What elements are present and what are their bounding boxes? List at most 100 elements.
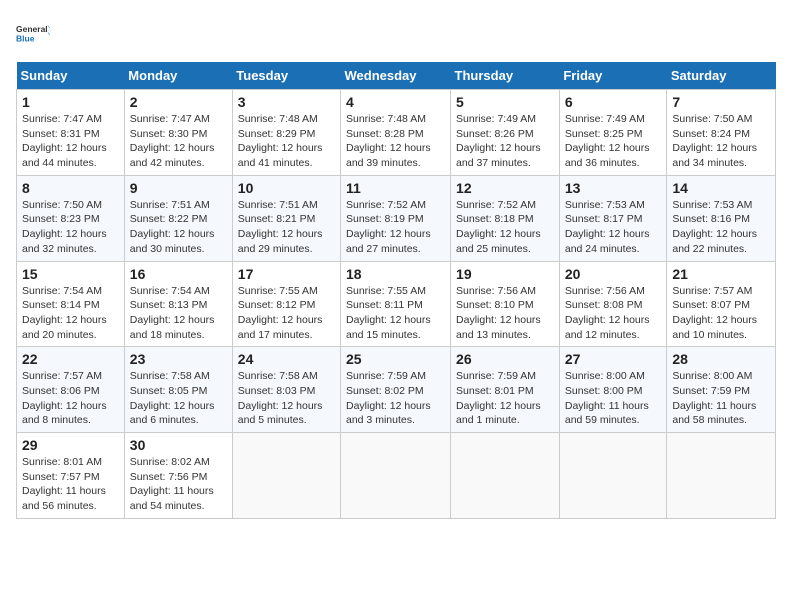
day-detail: Sunrise: 7:59 AM Sunset: 8:01 PM Dayligh… (456, 369, 554, 428)
calendar-cell (559, 433, 667, 519)
day-number: 27 (565, 351, 662, 367)
day-number: 22 (22, 351, 119, 367)
calendar-cell: 11 Sunrise: 7:52 AM Sunset: 8:19 PM Dayl… (341, 175, 451, 261)
day-detail: Sunrise: 7:54 AM Sunset: 8:14 PM Dayligh… (22, 284, 119, 343)
calendar-cell (232, 433, 340, 519)
calendar-cell: 15 Sunrise: 7:54 AM Sunset: 8:14 PM Dayl… (17, 261, 125, 347)
logo: General Blue (16, 16, 50, 50)
day-detail: Sunrise: 7:56 AM Sunset: 8:10 PM Dayligh… (456, 284, 554, 343)
calendar-cell: 12 Sunrise: 7:52 AM Sunset: 8:18 PM Dayl… (451, 175, 560, 261)
calendar-table: SundayMondayTuesdayWednesdayThursdayFrid… (16, 62, 776, 519)
day-detail: Sunrise: 7:52 AM Sunset: 8:19 PM Dayligh… (346, 198, 445, 257)
day-detail: Sunrise: 8:01 AM Sunset: 7:57 PM Dayligh… (22, 455, 119, 514)
calendar-cell (451, 433, 560, 519)
day-header-tuesday: Tuesday (232, 62, 340, 90)
calendar-cell: 25 Sunrise: 7:59 AM Sunset: 8:02 PM Dayl… (341, 347, 451, 433)
day-number: 3 (238, 94, 335, 110)
day-detail: Sunrise: 8:02 AM Sunset: 7:56 PM Dayligh… (130, 455, 227, 514)
day-header-sunday: Sunday (17, 62, 125, 90)
calendar-cell: 30 Sunrise: 8:02 AM Sunset: 7:56 PM Dayl… (124, 433, 232, 519)
day-number: 9 (130, 180, 227, 196)
day-number: 10 (238, 180, 335, 196)
day-detail: Sunrise: 7:51 AM Sunset: 8:21 PM Dayligh… (238, 198, 335, 257)
calendar-cell: 7 Sunrise: 7:50 AM Sunset: 8:24 PM Dayli… (667, 90, 776, 176)
calendar-cell: 27 Sunrise: 8:00 AM Sunset: 8:00 PM Dayl… (559, 347, 667, 433)
calendar-cell: 23 Sunrise: 7:58 AM Sunset: 8:05 PM Dayl… (124, 347, 232, 433)
day-detail: Sunrise: 7:47 AM Sunset: 8:30 PM Dayligh… (130, 112, 227, 171)
day-number: 19 (456, 266, 554, 282)
day-number: 28 (672, 351, 770, 367)
calendar-cell: 3 Sunrise: 7:48 AM Sunset: 8:29 PM Dayli… (232, 90, 340, 176)
calendar-cell: 17 Sunrise: 7:55 AM Sunset: 8:12 PM Dayl… (232, 261, 340, 347)
day-detail: Sunrise: 7:59 AM Sunset: 8:02 PM Dayligh… (346, 369, 445, 428)
calendar-week-row: 1 Sunrise: 7:47 AM Sunset: 8:31 PM Dayli… (17, 90, 776, 176)
day-number: 15 (22, 266, 119, 282)
calendar-cell: 1 Sunrise: 7:47 AM Sunset: 8:31 PM Dayli… (17, 90, 125, 176)
day-header-monday: Monday (124, 62, 232, 90)
day-number: 5 (456, 94, 554, 110)
day-detail: Sunrise: 7:56 AM Sunset: 8:08 PM Dayligh… (565, 284, 662, 343)
calendar-cell: 20 Sunrise: 7:56 AM Sunset: 8:08 PM Dayl… (559, 261, 667, 347)
day-detail: Sunrise: 7:55 AM Sunset: 8:11 PM Dayligh… (346, 284, 445, 343)
day-detail: Sunrise: 7:53 AM Sunset: 8:17 PM Dayligh… (565, 198, 662, 257)
calendar-cell: 22 Sunrise: 7:57 AM Sunset: 8:06 PM Dayl… (17, 347, 125, 433)
calendar-week-row: 22 Sunrise: 7:57 AM Sunset: 8:06 PM Dayl… (17, 347, 776, 433)
day-detail: Sunrise: 7:50 AM Sunset: 8:24 PM Dayligh… (672, 112, 770, 171)
calendar-cell: 4 Sunrise: 7:48 AM Sunset: 8:28 PM Dayli… (341, 90, 451, 176)
day-detail: Sunrise: 7:57 AM Sunset: 8:07 PM Dayligh… (672, 284, 770, 343)
day-number: 6 (565, 94, 662, 110)
calendar-cell: 9 Sunrise: 7:51 AM Sunset: 8:22 PM Dayli… (124, 175, 232, 261)
calendar-cell: 14 Sunrise: 7:53 AM Sunset: 8:16 PM Dayl… (667, 175, 776, 261)
day-number: 2 (130, 94, 227, 110)
day-detail: Sunrise: 7:52 AM Sunset: 8:18 PM Dayligh… (456, 198, 554, 257)
svg-text:Blue: Blue (16, 34, 35, 44)
calendar-cell: 24 Sunrise: 7:58 AM Sunset: 8:03 PM Dayl… (232, 347, 340, 433)
day-detail: Sunrise: 7:57 AM Sunset: 8:06 PM Dayligh… (22, 369, 119, 428)
day-number: 8 (22, 180, 119, 196)
day-number: 26 (456, 351, 554, 367)
day-number: 23 (130, 351, 227, 367)
day-detail: Sunrise: 8:00 AM Sunset: 7:59 PM Dayligh… (672, 369, 770, 428)
day-detail: Sunrise: 7:55 AM Sunset: 8:12 PM Dayligh… (238, 284, 335, 343)
calendar-cell: 13 Sunrise: 7:53 AM Sunset: 8:17 PM Dayl… (559, 175, 667, 261)
day-detail: Sunrise: 7:58 AM Sunset: 8:05 PM Dayligh… (130, 369, 227, 428)
header: General Blue (16, 16, 776, 50)
day-header-friday: Friday (559, 62, 667, 90)
calendar-week-row: 29 Sunrise: 8:01 AM Sunset: 7:57 PM Dayl… (17, 433, 776, 519)
day-number: 25 (346, 351, 445, 367)
day-detail: Sunrise: 7:58 AM Sunset: 8:03 PM Dayligh… (238, 369, 335, 428)
calendar-cell: 16 Sunrise: 7:54 AM Sunset: 8:13 PM Dayl… (124, 261, 232, 347)
calendar-cell: 8 Sunrise: 7:50 AM Sunset: 8:23 PM Dayli… (17, 175, 125, 261)
day-number: 29 (22, 437, 119, 453)
calendar-cell: 18 Sunrise: 7:55 AM Sunset: 8:11 PM Dayl… (341, 261, 451, 347)
day-detail: Sunrise: 8:00 AM Sunset: 8:00 PM Dayligh… (565, 369, 662, 428)
day-number: 20 (565, 266, 662, 282)
day-number: 16 (130, 266, 227, 282)
calendar-cell (667, 433, 776, 519)
day-number: 24 (238, 351, 335, 367)
calendar-week-row: 8 Sunrise: 7:50 AM Sunset: 8:23 PM Dayli… (17, 175, 776, 261)
day-detail: Sunrise: 7:49 AM Sunset: 8:26 PM Dayligh… (456, 112, 554, 171)
day-number: 18 (346, 266, 445, 282)
day-header-saturday: Saturday (667, 62, 776, 90)
day-number: 13 (565, 180, 662, 196)
calendar-cell: 19 Sunrise: 7:56 AM Sunset: 8:10 PM Dayl… (451, 261, 560, 347)
day-header-wednesday: Wednesday (341, 62, 451, 90)
day-detail: Sunrise: 7:51 AM Sunset: 8:22 PM Dayligh… (130, 198, 227, 257)
calendar-cell (341, 433, 451, 519)
day-number: 12 (456, 180, 554, 196)
day-number: 7 (672, 94, 770, 110)
calendar-cell: 21 Sunrise: 7:57 AM Sunset: 8:07 PM Dayl… (667, 261, 776, 347)
logo-svg: General Blue (16, 16, 50, 50)
day-number: 21 (672, 266, 770, 282)
calendar-cell: 29 Sunrise: 8:01 AM Sunset: 7:57 PM Dayl… (17, 433, 125, 519)
day-number: 30 (130, 437, 227, 453)
day-number: 14 (672, 180, 770, 196)
calendar-cell: 26 Sunrise: 7:59 AM Sunset: 8:01 PM Dayl… (451, 347, 560, 433)
day-detail: Sunrise: 7:50 AM Sunset: 8:23 PM Dayligh… (22, 198, 119, 257)
calendar-cell: 28 Sunrise: 8:00 AM Sunset: 7:59 PM Dayl… (667, 347, 776, 433)
day-number: 1 (22, 94, 119, 110)
calendar-cell: 10 Sunrise: 7:51 AM Sunset: 8:21 PM Dayl… (232, 175, 340, 261)
day-number: 4 (346, 94, 445, 110)
svg-text:General: General (16, 24, 48, 34)
